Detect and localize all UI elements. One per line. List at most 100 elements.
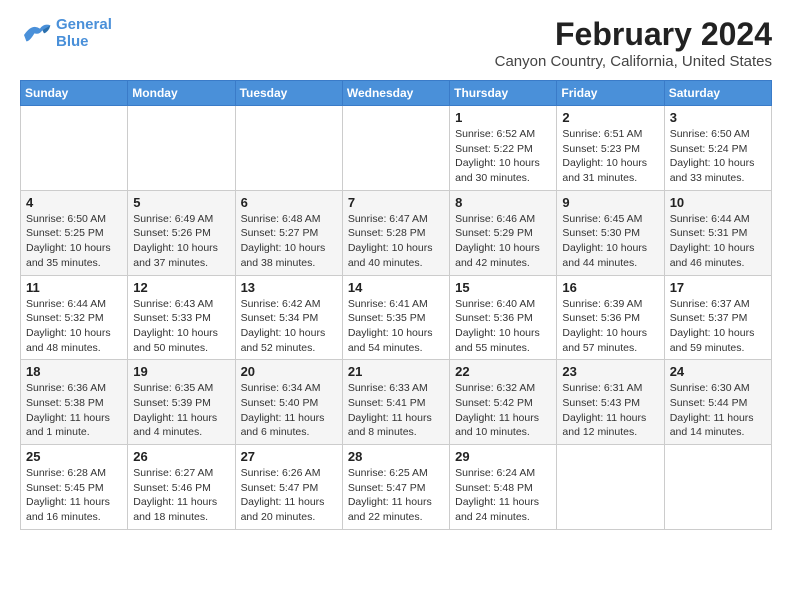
- day-info: Sunrise: 6:27 AM Sunset: 5:46 PM Dayligh…: [133, 466, 229, 525]
- day-info: Sunrise: 6:49 AM Sunset: 5:26 PM Dayligh…: [133, 212, 229, 271]
- day-number: 5: [133, 195, 229, 210]
- day-number: 22: [455, 364, 551, 379]
- day-info: Sunrise: 6:45 AM Sunset: 5:30 PM Dayligh…: [562, 212, 658, 271]
- weekday-header-tuesday: Tuesday: [235, 81, 342, 106]
- header: General Blue February 2024 Canyon Countr…: [20, 16, 772, 70]
- day-info: Sunrise: 6:35 AM Sunset: 5:39 PM Dayligh…: [133, 381, 229, 440]
- calendar-cell: 7 Sunrise: 6:47 AM Sunset: 5:28 PM Daylig…: [342, 190, 449, 275]
- day-info: Sunrise: 6:24 AM Sunset: 5:48 PM Dayligh…: [455, 466, 551, 525]
- calendar-cell: 3 Sunrise: 6:50 AM Sunset: 5:24 PM Daylig…: [664, 106, 771, 191]
- calendar-cell: 20 Sunrise: 6:34 AM Sunset: 5:40 PM Dayli…: [235, 360, 342, 445]
- day-info: Sunrise: 6:31 AM Sunset: 5:43 PM Dayligh…: [562, 381, 658, 440]
- day-number: 8: [455, 195, 551, 210]
- calendar-cell: 22 Sunrise: 6:32 AM Sunset: 5:42 PM Dayli…: [450, 360, 557, 445]
- day-info: Sunrise: 6:52 AM Sunset: 5:22 PM Dayligh…: [455, 127, 551, 186]
- day-number: 7: [348, 195, 444, 210]
- weekday-header-saturday: Saturday: [664, 81, 771, 106]
- day-number: 19: [133, 364, 229, 379]
- day-number: 3: [670, 110, 766, 125]
- day-info: Sunrise: 6:48 AM Sunset: 5:27 PM Dayligh…: [241, 212, 337, 271]
- calendar-cell: 8 Sunrise: 6:46 AM Sunset: 5:29 PM Daylig…: [450, 190, 557, 275]
- day-number: 9: [562, 195, 658, 210]
- calendar-cell: 15Sunrise: 6:40 AM Sunset: 5:36 PM Dayli…: [450, 275, 557, 360]
- calendar-cell: 5 Sunrise: 6:49 AM Sunset: 5:26 PM Daylig…: [128, 190, 235, 275]
- day-number: 1: [455, 110, 551, 125]
- day-info: Sunrise: 6:43 AM Sunset: 5:33 PM Dayligh…: [133, 297, 229, 356]
- day-number: 4: [26, 195, 122, 210]
- day-info: Sunrise: 6:41 AM Sunset: 5:35 PM Dayligh…: [348, 297, 444, 356]
- calendar-cell: 9 Sunrise: 6:45 AM Sunset: 5:30 PM Daylig…: [557, 190, 664, 275]
- calendar-cell: 2Sunrise: 6:51 AM Sunset: 5:23 PM Daylig…: [557, 106, 664, 191]
- day-info: Sunrise: 6:30 AM Sunset: 5:44 PM Dayligh…: [670, 381, 766, 440]
- logo-text: General Blue: [56, 16, 112, 50]
- calendar-cell: [664, 445, 771, 530]
- day-info: Sunrise: 6:25 AM Sunset: 5:47 PM Dayligh…: [348, 466, 444, 525]
- day-number: 14: [348, 280, 444, 295]
- day-info: Sunrise: 6:34 AM Sunset: 5:40 PM Dayligh…: [241, 381, 337, 440]
- calendar-cell: 1 Sunrise: 6:52 AM Sunset: 5:22 PM Daylig…: [450, 106, 557, 191]
- calendar-cell: 24 Sunrise: 6:30 AM Sunset: 5:44 PM Dayli…: [664, 360, 771, 445]
- calendar-week-row: 1 Sunrise: 6:52 AM Sunset: 5:22 PM Daylig…: [21, 106, 772, 191]
- calendar-cell: 25 Sunrise: 6:28 AM Sunset: 5:45 PM Dayli…: [21, 445, 128, 530]
- day-number: 25: [26, 449, 122, 464]
- calendar-cell: 26 Sunrise: 6:27 AM Sunset: 5:46 PM Dayli…: [128, 445, 235, 530]
- weekday-header-monday: Monday: [128, 81, 235, 106]
- day-info: Sunrise: 6:44 AM Sunset: 5:32 PM Dayligh…: [26, 297, 122, 356]
- calendar-week-row: 18 Sunrise: 6:36 AM Sunset: 5:38 PM Dayli…: [21, 360, 772, 445]
- calendar-cell: 4 Sunrise: 6:50 AM Sunset: 5:25 PM Daylig…: [21, 190, 128, 275]
- day-info: Sunrise: 6:46 AM Sunset: 5:29 PM Dayligh…: [455, 212, 551, 271]
- day-info: Sunrise: 6:36 AM Sunset: 5:38 PM Dayligh…: [26, 381, 122, 440]
- calendar-table: SundayMondayTuesdayWednesdayThursdayFrid…: [20, 80, 772, 530]
- day-info: Sunrise: 6:51 AM Sunset: 5:23 PM Dayligh…: [562, 127, 658, 186]
- day-number: 21: [348, 364, 444, 379]
- day-info: Sunrise: 6:47 AM Sunset: 5:28 PM Dayligh…: [348, 212, 444, 271]
- day-number: 20: [241, 364, 337, 379]
- weekday-header-sunday: Sunday: [21, 81, 128, 106]
- calendar-cell: [557, 445, 664, 530]
- day-info: Sunrise: 6:37 AM Sunset: 5:37 PM Dayligh…: [670, 297, 766, 356]
- day-number: 10: [670, 195, 766, 210]
- day-number: 23: [562, 364, 658, 379]
- day-number: 12: [133, 280, 229, 295]
- day-number: 11: [26, 280, 122, 295]
- weekday-header-friday: Friday: [557, 81, 664, 106]
- day-number: 17: [670, 280, 766, 295]
- calendar-week-row: 11 Sunrise: 6:44 AM Sunset: 5:32 PM Dayli…: [21, 275, 772, 360]
- day-info: Sunrise: 6:32 AM Sunset: 5:42 PM Dayligh…: [455, 381, 551, 440]
- weekday-header-wednesday: Wednesday: [342, 81, 449, 106]
- day-number: 16: [562, 280, 658, 295]
- calendar-cell: 6Sunrise: 6:48 AM Sunset: 5:27 PM Daylig…: [235, 190, 342, 275]
- calendar-cell: [21, 106, 128, 191]
- day-info: Sunrise: 6:42 AM Sunset: 5:34 PM Dayligh…: [241, 297, 337, 356]
- day-number: 24: [670, 364, 766, 379]
- location-subtitle: Canyon Country, California, United State…: [495, 53, 772, 70]
- weekday-header-row: SundayMondayTuesdayWednesdayThursdayFrid…: [21, 81, 772, 106]
- day-info: Sunrise: 6:28 AM Sunset: 5:45 PM Dayligh…: [26, 466, 122, 525]
- calendar-cell: 21Sunrise: 6:33 AM Sunset: 5:41 PM Dayli…: [342, 360, 449, 445]
- day-number: 26: [133, 449, 229, 464]
- day-number: 18: [26, 364, 122, 379]
- calendar-cell: [235, 106, 342, 191]
- calendar-cell: 14 Sunrise: 6:41 AM Sunset: 5:35 PM Dayli…: [342, 275, 449, 360]
- logo-icon: [20, 19, 52, 47]
- calendar-cell: 17 Sunrise: 6:37 AM Sunset: 5:37 PM Dayli…: [664, 275, 771, 360]
- day-number: 13: [241, 280, 337, 295]
- day-info: Sunrise: 6:39 AM Sunset: 5:36 PM Dayligh…: [562, 297, 658, 356]
- calendar-cell: 23 Sunrise: 6:31 AM Sunset: 5:43 PM Dayli…: [557, 360, 664, 445]
- calendar-cell: 16 Sunrise: 6:39 AM Sunset: 5:36 PM Dayli…: [557, 275, 664, 360]
- day-number: 15: [455, 280, 551, 295]
- calendar-cell: 13 Sunrise: 6:42 AM Sunset: 5:34 PM Dayli…: [235, 275, 342, 360]
- calendar-cell: 29Sunrise: 6:24 AM Sunset: 5:48 PM Dayli…: [450, 445, 557, 530]
- month-year-title: February 2024: [495, 16, 772, 53]
- day-info: Sunrise: 6:44 AM Sunset: 5:31 PM Dayligh…: [670, 212, 766, 271]
- calendar-cell: [342, 106, 449, 191]
- day-info: Sunrise: 6:50 AM Sunset: 5:25 PM Dayligh…: [26, 212, 122, 271]
- calendar-cell: 10 Sunrise: 6:44 AM Sunset: 5:31 PM Dayli…: [664, 190, 771, 275]
- day-info: Sunrise: 6:50 AM Sunset: 5:24 PM Dayligh…: [670, 127, 766, 186]
- calendar-week-row: 25 Sunrise: 6:28 AM Sunset: 5:45 PM Dayli…: [21, 445, 772, 530]
- calendar-cell: 19 Sunrise: 6:35 AM Sunset: 5:39 PM Dayli…: [128, 360, 235, 445]
- calendar-cell: 18 Sunrise: 6:36 AM Sunset: 5:38 PM Dayli…: [21, 360, 128, 445]
- calendar-cell: 12 Sunrise: 6:43 AM Sunset: 5:33 PM Dayli…: [128, 275, 235, 360]
- day-number: 27: [241, 449, 337, 464]
- day-number: 28: [348, 449, 444, 464]
